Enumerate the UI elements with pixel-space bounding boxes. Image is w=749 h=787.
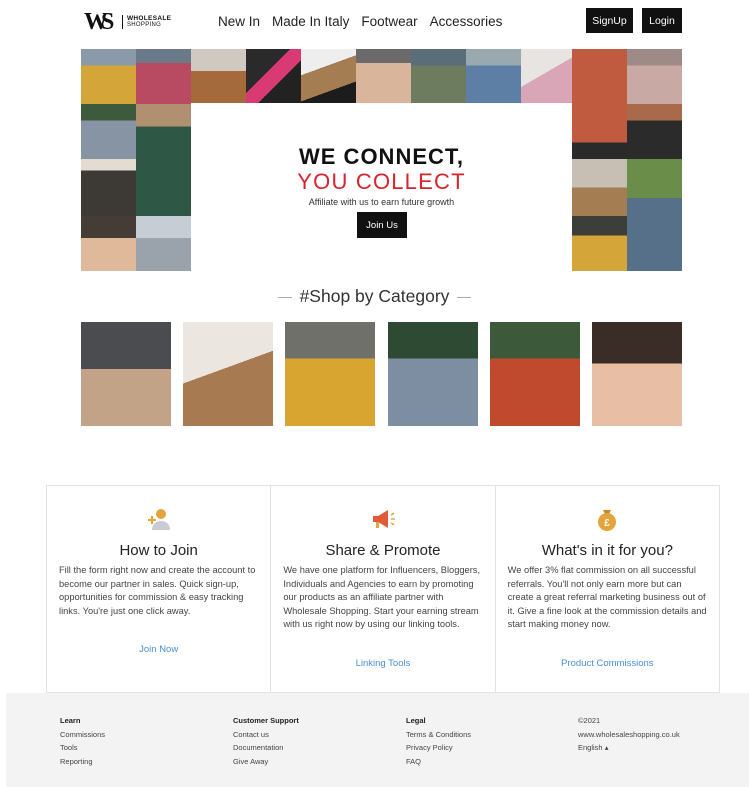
footer-heading: Customer Support (233, 716, 299, 725)
nav-footwear[interactable]: Footwear (361, 14, 417, 29)
card-text: We have one platform for Influencers, Bl… (283, 565, 481, 629)
logo-line1: WHOLESALE (127, 15, 172, 22)
site-footer: Learn Commissions Tools Reporting Custom… (6, 693, 749, 787)
divider (277, 296, 292, 298)
card-text: We offer 3% flat commission on all succe… (507, 565, 707, 629)
logo-mark: WS (84, 8, 114, 35)
megaphone-icon (372, 510, 395, 528)
nav-accessories[interactable]: Accessories (430, 14, 503, 29)
hero-banner: WE CONNECT, YOU COLLECT Affiliate with u… (81, 49, 682, 271)
share-promote-card: Share & Promote We have one platform for… (271, 486, 496, 692)
category-card[interactable] (285, 322, 375, 426)
category-card[interactable] (388, 322, 478, 426)
category-card[interactable] (592, 322, 682, 426)
copyright: ©2021 (578, 716, 601, 725)
footer-legal: Legal Terms & Conditions Privacy Policy … (406, 714, 471, 768)
card-title: How to Join (119, 542, 198, 559)
info-cards: How to Join Fill the form right now and … (46, 485, 720, 693)
signup-button[interactable]: SignUp (586, 8, 633, 33)
footer-meta: ©2021 www.wholesaleshopping.co.uk Englis… (578, 714, 680, 755)
site-header: WS WHOLESALE SHOPPING New In Made In Ita… (0, 0, 749, 44)
language-selector[interactable]: English ▴ (578, 741, 680, 755)
hero-photo (191, 49, 246, 104)
main-nav: New In Made In Italy Footwear Accessorie… (218, 14, 502, 29)
hero-photo (356, 49, 411, 104)
divider (457, 296, 472, 298)
footer-site-link[interactable]: www.wholesaleshopping.co.uk (578, 728, 680, 742)
hero-subtitle: Affiliate with us to earn future growth (308, 197, 455, 207)
logo[interactable]: WS WHOLESALE SHOPPING (84, 9, 174, 35)
caret-up-icon: ▴ (604, 743, 609, 752)
language-label: English (578, 743, 603, 752)
category-card[interactable] (183, 322, 273, 426)
hero-photo (81, 216, 136, 271)
money-bag-icon: £ (598, 510, 617, 531)
category-card[interactable] (81, 322, 171, 426)
category-grid (81, 322, 682, 426)
footer-link-terms[interactable]: Terms & Conditions (406, 728, 471, 742)
logo-line2: SHOPPING (127, 22, 162, 28)
footer-link-privacy[interactable]: Privacy Policy (406, 741, 471, 755)
footer-link-give-away[interactable]: Give Away (233, 755, 299, 769)
product-commissions-link[interactable]: Product Commissions (496, 658, 719, 669)
hero-photo (301, 49, 356, 104)
join-now-link[interactable]: Join Now (47, 644, 270, 655)
login-button[interactable]: Login (642, 8, 682, 33)
hero-photo (521, 49, 572, 104)
card-title: What's in it for you? (541, 542, 673, 559)
svg-text:£: £ (605, 518, 611, 529)
hero-title-line1: WE CONNECT, (299, 144, 464, 169)
logo-text: WHOLESALE SHOPPING (122, 15, 171, 29)
shop-title-text: #Shop by Category (299, 286, 450, 306)
hero-photo (136, 49, 191, 104)
footer-link-documentation[interactable]: Documentation (233, 741, 299, 755)
whats-in-it-card: £ What's in it for you? We offer 3% flat… (496, 486, 719, 692)
footer-link-commissions[interactable]: Commissions (60, 728, 105, 742)
hero-photo (246, 49, 301, 104)
footer-learn: Learn Commissions Tools Reporting (60, 714, 105, 768)
footer-link-tools[interactable]: Tools (60, 741, 105, 755)
join-us-button[interactable]: Join Us (357, 212, 407, 238)
footer-heading: Learn (60, 716, 81, 725)
footer-heading: Legal (406, 716, 426, 725)
hero-photo (136, 216, 191, 271)
footer-link-contact[interactable]: Contact us (233, 728, 299, 742)
card-title: Share & Promote (325, 542, 441, 559)
shop-by-category-heading: #Shop by Category (0, 286, 749, 307)
hero-photo (411, 49, 466, 104)
hero-photo (572, 49, 627, 104)
hero-title-line2: YOU COLLECT (297, 169, 466, 194)
hero-photo (81, 49, 136, 104)
how-to-join-card: How to Join Fill the form right now and … (47, 486, 272, 692)
nav-made-in-italy[interactable]: Made In Italy (272, 14, 349, 29)
footer-link-faq[interactable]: FAQ (406, 755, 471, 769)
hero-photo (572, 216, 627, 271)
card-text: Fill the form right now and create the a… (59, 565, 256, 616)
category-card[interactable] (490, 322, 580, 426)
hero-photo (466, 49, 521, 104)
linking-tools-link[interactable]: Linking Tools (271, 658, 494, 669)
hero-photo (627, 49, 682, 104)
add-user-icon (147, 509, 170, 530)
footer-support: Customer Support Contact us Documentatio… (233, 714, 299, 768)
nav-new-in[interactable]: New In (218, 14, 260, 29)
footer-link-reporting[interactable]: Reporting (60, 755, 105, 769)
